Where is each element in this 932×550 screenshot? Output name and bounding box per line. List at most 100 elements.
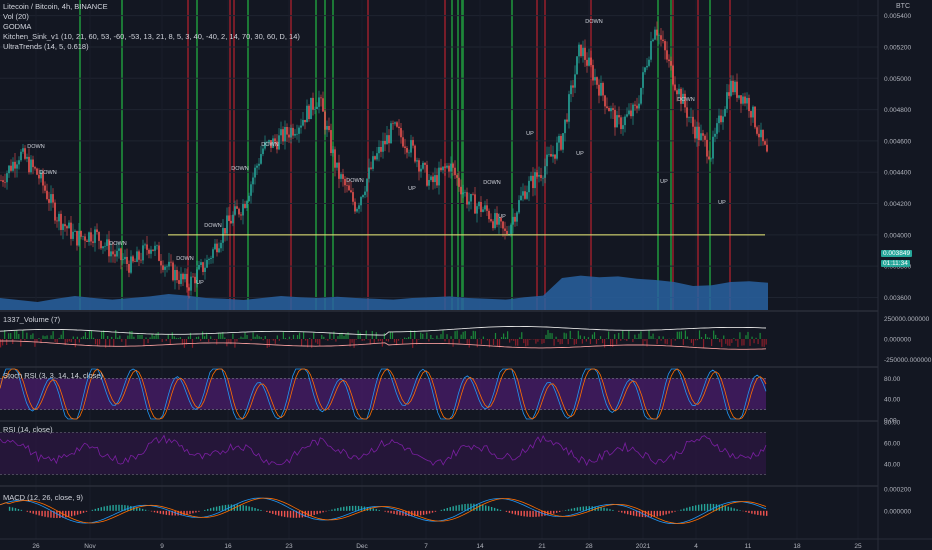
macd-histogram-bar bbox=[384, 510, 386, 512]
volume-histogram-bar bbox=[210, 336, 212, 339]
candle-body bbox=[56, 220, 58, 222]
volume-histogram-bar bbox=[751, 336, 753, 339]
candle-body bbox=[118, 248, 120, 251]
volume-histogram-bar bbox=[737, 339, 739, 347]
volume-histogram-bar bbox=[88, 330, 91, 339]
macd-histogram-bar bbox=[396, 510, 398, 515]
pane-label-stoch-rsi[interactable]: Stoch RSI (3, 3, 14, 14, close) bbox=[3, 371, 103, 380]
candle-body bbox=[578, 44, 580, 57]
candle-body bbox=[4, 182, 6, 183]
candle-body bbox=[748, 97, 750, 112]
macd-histogram-bar bbox=[343, 506, 345, 511]
candle-body bbox=[204, 267, 206, 272]
candle-body bbox=[598, 84, 600, 96]
macd-histogram-bar bbox=[712, 503, 715, 511]
macd-histogram-bar bbox=[313, 510, 315, 516]
volume-histogram-bar bbox=[537, 339, 539, 342]
candle-body bbox=[320, 97, 322, 99]
candle-body bbox=[374, 156, 376, 160]
candle-body bbox=[114, 254, 116, 257]
macd-histogram-bar bbox=[668, 510, 670, 514]
macd-histogram-bar bbox=[112, 505, 114, 511]
axis-currency-label[interactable]: BTC bbox=[896, 3, 910, 10]
macd-histogram-bar bbox=[14, 508, 17, 511]
candle-body bbox=[64, 224, 66, 227]
candle-body bbox=[96, 229, 98, 233]
candle-body bbox=[692, 116, 694, 127]
volume-histogram-bar bbox=[569, 330, 571, 339]
volume-histogram-bar bbox=[593, 332, 596, 339]
candle-body bbox=[282, 129, 284, 142]
candle-body bbox=[92, 241, 94, 243]
pane-label-macd[interactable]: MACD (12, 26, close, 9) bbox=[3, 493, 83, 502]
macd-histogram-bar bbox=[757, 510, 759, 515]
candle-body bbox=[208, 258, 210, 260]
up-annotation: UP bbox=[576, 151, 584, 157]
candle-body bbox=[82, 236, 84, 237]
candle-body bbox=[368, 167, 370, 179]
macd-histogram-bar bbox=[50, 510, 52, 518]
volume-histogram-bar bbox=[698, 330, 701, 339]
volume-histogram-bar bbox=[472, 330, 474, 339]
volume-histogram-bar bbox=[115, 330, 117, 339]
volume-histogram-bar bbox=[468, 339, 470, 348]
candle-body bbox=[756, 127, 758, 134]
volume-histogram-bar bbox=[747, 331, 749, 339]
volume-histogram-bar bbox=[391, 332, 394, 339]
candle-body bbox=[564, 119, 566, 134]
candle-body bbox=[28, 156, 30, 173]
volume-histogram-bar bbox=[464, 331, 466, 339]
volume-histogram-bar bbox=[351, 339, 353, 343]
volume-histogram-bar bbox=[329, 333, 331, 339]
macd-histogram-bar bbox=[316, 510, 318, 515]
macd-histogram-bar bbox=[266, 510, 268, 512]
legend-ultratrends[interactable]: UltraTrends (14, 5, 0.618) bbox=[3, 42, 300, 52]
legend-vol[interactable]: Vol (20) bbox=[3, 12, 300, 22]
candle-body bbox=[238, 208, 240, 215]
volume-histogram-bar bbox=[46, 335, 48, 339]
volume-histogram-bar bbox=[353, 339, 355, 348]
macd-histogram-bar bbox=[535, 510, 537, 517]
candle-body bbox=[514, 216, 516, 222]
candle-body bbox=[74, 230, 76, 232]
macd-histogram-bar bbox=[100, 507, 102, 511]
candle-body bbox=[652, 39, 654, 42]
macd-histogram-bar bbox=[556, 510, 558, 513]
pane-label-1337-volume[interactable]: 1337_Volume (7) bbox=[3, 315, 60, 324]
candle-body bbox=[116, 250, 118, 257]
time-tick-label: 23 bbox=[285, 543, 293, 550]
macd-histogram-bar bbox=[532, 510, 534, 517]
legend-symbol[interactable]: Litecoin / Bitcoin, 4h, BINANCE bbox=[3, 2, 300, 12]
candle-body bbox=[296, 133, 298, 135]
price-axis[interactable]: 0.005400 0.005200 0.005000 0.004800 0.004600… bbox=[877, 0, 932, 550]
candle-body bbox=[526, 192, 528, 199]
volume-histogram-bar bbox=[517, 339, 519, 346]
chart-canvas[interactable]: DOWN DOWN DOWN DOWN DOWN DOWN DOWN DOWN DOWN DOWN… bbox=[0, 0, 932, 550]
volume-histogram-bar bbox=[323, 336, 325, 339]
macd-histogram-bar bbox=[446, 507, 448, 511]
legend-godma[interactable]: GODMA bbox=[3, 22, 300, 32]
legend-kitchen-sink[interactable]: Kitchen_Sink_v1 (10, 21, 60, 53, -60, -5… bbox=[3, 32, 300, 42]
down-annotation: DOWN bbox=[677, 97, 694, 103]
volume-histogram-bar bbox=[741, 339, 743, 346]
volume-histogram-bar bbox=[591, 334, 594, 339]
candle-body bbox=[10, 165, 12, 171]
volume-histogram-bar bbox=[559, 339, 561, 345]
volume-histogram-bar bbox=[515, 339, 517, 346]
candle-body bbox=[328, 125, 330, 131]
macd-histogram-bar bbox=[162, 510, 165, 515]
candle-body bbox=[8, 165, 10, 174]
macd-histogram-bar bbox=[739, 510, 741, 511]
candle-body bbox=[76, 230, 78, 246]
pane-label-rsi[interactable]: RSI (14, close) bbox=[3, 425, 53, 434]
volume-histogram-bar bbox=[12, 339, 14, 345]
candle-body bbox=[54, 202, 56, 221]
volume-histogram-bar bbox=[551, 333, 553, 339]
candle-body bbox=[420, 168, 422, 172]
candle-body bbox=[754, 106, 756, 128]
macd-histogram-bar bbox=[443, 508, 446, 511]
volume-histogram-bar bbox=[44, 336, 46, 339]
volume-histogram-bar bbox=[94, 339, 97, 345]
candle-body bbox=[236, 206, 238, 209]
macd-histogram-bar bbox=[674, 510, 676, 512]
